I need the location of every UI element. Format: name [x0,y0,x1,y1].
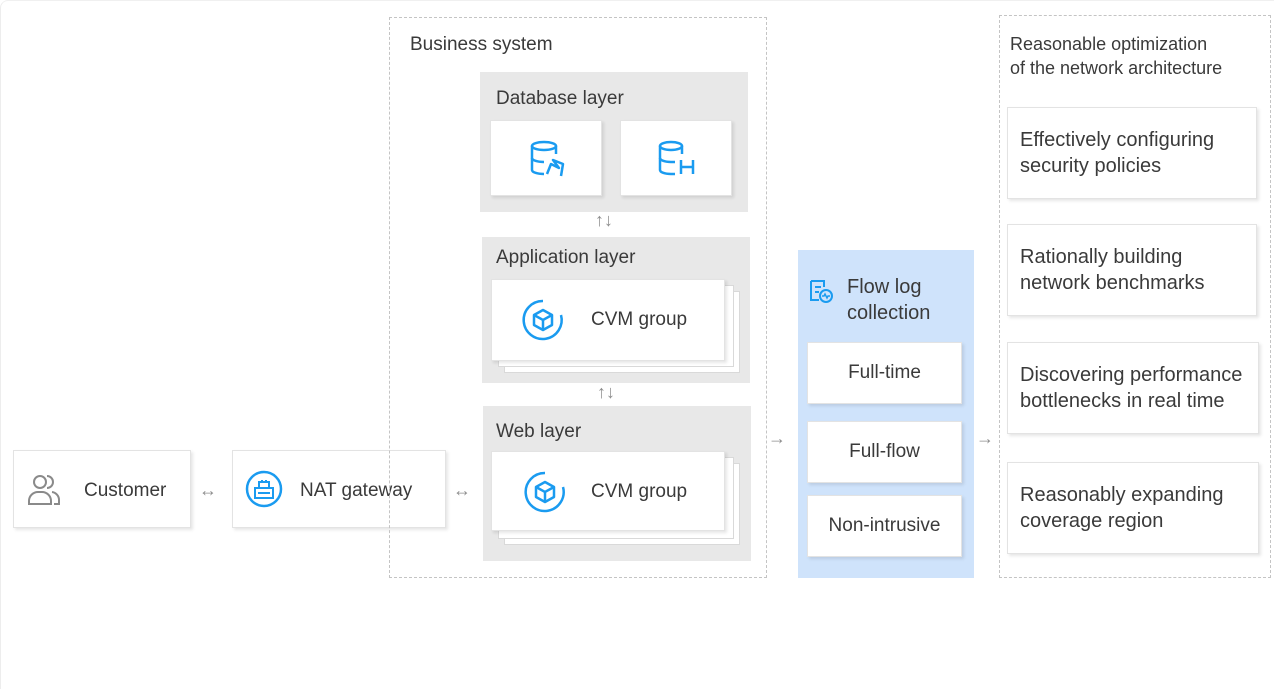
diagram-canvas: Customer ↔ NAT gateway ↔ Business system… [0,0,1274,689]
customer-box: Customer [13,450,191,528]
database-layer-title: Database layer [496,88,624,109]
business-system-title: Business system [410,34,553,55]
optimization-item-security-policies: Effectively configuring security policie… [1007,107,1257,199]
web-cvm-group-label: CVM group [591,481,688,502]
flow-log-item-non-intrusive: Non-intrusive [807,495,962,557]
arrow-customer-nat: ↔ [199,480,217,500]
optimization-item-line2: security policies [1020,155,1162,177]
optimization-title-line2: of the network architecture [1010,58,1223,78]
arrow-business-flowlog: → [768,428,786,448]
web-cvm-group-card: CVM group [491,451,725,531]
web-layer: Web layer CVM group [483,406,751,561]
database-layer: Database layer [480,72,748,212]
application-layer-title: Application layer [496,247,636,268]
flow-log-title: Flow log collection [847,274,967,326]
optimization-item-text: Rationally building network benchmarks [1020,244,1205,296]
customer-label: Customer [84,480,167,501]
optimization-item-coverage-region: Reasonably expanding coverage region [1007,462,1259,554]
mysql-database-icon [530,140,565,177]
application-cvm-group-card: CVM group [491,279,725,361]
hbase-database-card [620,120,732,196]
optimization-item-line1: Reasonably expanding [1020,484,1224,506]
flow-log-item-label: Full-flow [849,441,920,462]
optimization-item-network-benchmarks: Rationally building network benchmarks [1007,224,1257,316]
optimization-item-performance-bottlenecks: Discovering performance bottlenecks in r… [1007,342,1259,434]
optimization-item-line2: network benchmarks [1020,272,1205,294]
flow-log-title-line1: Flow log [847,276,922,298]
optimization-item-line2: coverage region [1020,510,1164,532]
optimization-title: Reasonable optimization of the network a… [1010,32,1222,80]
optimization-item-text: Discovering performance bottlenecks in r… [1020,362,1242,414]
cvm-icon [522,299,563,341]
flow-log-item-full-flow: Full-flow [807,421,962,483]
flow-log-item-label: Non-intrusive [828,515,941,536]
optimization-item-line1: Effectively configuring [1020,129,1215,151]
flow-log-icon [810,280,833,303]
optimization-item-line2: bottlenecks in real time [1020,390,1225,412]
users-icon [28,475,61,505]
application-layer: Application layer CVM group [482,237,750,383]
optimization-item-line1: Rationally building [1020,246,1183,268]
arrow-db-app: ↑↓ [595,210,613,230]
flow-log-panel: Flow log collection Full-time Full-flow … [798,250,974,578]
nat-gateway-icon [245,470,283,508]
flow-log-title-line2: collection [847,302,931,324]
arrow-flowlog-optimization: → [976,428,994,448]
flow-log-item-label: Full-time [848,362,921,383]
hbase-database-icon [658,140,695,176]
mysql-database-card [490,120,602,196]
optimization-item-text: Reasonably expanding coverage region [1020,482,1224,534]
flow-log-item-full-time: Full-time [807,342,962,404]
optimization-title-line1: Reasonable optimization [1010,34,1208,54]
arrow-app-web: ↑↓ [597,382,615,402]
application-cvm-group-label: CVM group [591,309,688,330]
cvm-icon [524,471,565,513]
optimization-item-text: Effectively configuring security policie… [1020,127,1214,179]
web-layer-title: Web layer [496,421,582,442]
optimization-item-line1: Discovering performance [1020,364,1243,386]
